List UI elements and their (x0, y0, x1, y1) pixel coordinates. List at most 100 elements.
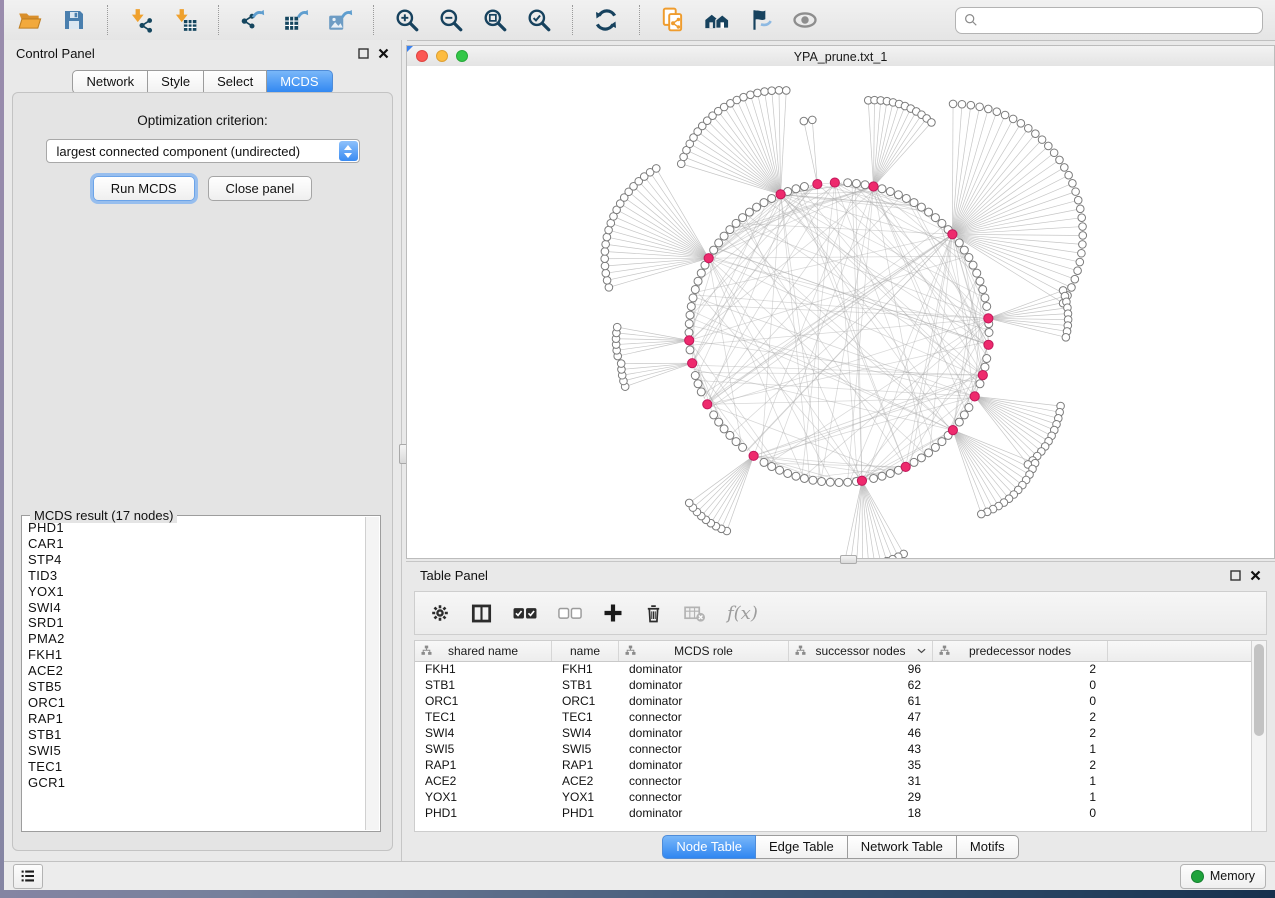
column-header-successor-nodes[interactable]: successor nodes (789, 641, 933, 661)
network-title: YPA_prune.txt_1 (794, 50, 888, 64)
result-list-item[interactable]: CAR1 (24, 536, 364, 552)
cell-name: YOX1 (552, 789, 619, 805)
criterion-dropdown[interactable]: largest connected component (undirected) (46, 139, 360, 163)
search-box[interactable] (955, 7, 1263, 34)
table-row[interactable]: PHD1PHD1dominator180 (415, 805, 1252, 821)
result-list-item[interactable]: ACE2 (24, 663, 364, 679)
zoom-selected-icon[interactable] (525, 6, 553, 34)
memory-button[interactable]: Memory (1180, 864, 1266, 889)
function-builder-icon-disabled: f(x) (727, 603, 758, 624)
tab-network[interactable]: Network (72, 70, 148, 94)
cell-successor-nodes: 31 (789, 773, 933, 789)
result-list-item[interactable]: TID3 (24, 568, 364, 584)
gear-icon[interactable] (430, 603, 450, 623)
home-networks-icon[interactable] (703, 6, 731, 34)
result-list-item[interactable]: STB5 (24, 679, 364, 695)
export-table-icon[interactable] (282, 6, 310, 34)
result-list-item[interactable]: SWI5 (24, 743, 364, 759)
result-list-item[interactable]: PMA2 (24, 631, 364, 647)
result-list-item[interactable]: SRD1 (24, 615, 364, 631)
table-row[interactable]: YOX1YOX1connector291 (415, 789, 1252, 805)
result-list-item[interactable]: ORC1 (24, 695, 364, 711)
minimize-window-button[interactable] (436, 50, 448, 62)
result-list-item[interactable]: SWI4 (24, 600, 364, 616)
network-svg (407, 66, 1274, 558)
table-row[interactable]: SWI5SWI5connector431 (415, 741, 1252, 757)
import-table-icon[interactable] (171, 6, 199, 34)
zoom-fit-icon[interactable] (481, 6, 509, 34)
maximize-window-button[interactable] (456, 50, 468, 62)
result-list-item[interactable]: FKH1 (24, 647, 364, 663)
column-header-mcds-role[interactable]: MCDS role (619, 641, 789, 661)
tab-edge-table[interactable]: Edge Table (756, 835, 848, 859)
export-image-icon[interactable] (326, 6, 354, 34)
table-row[interactable]: ACE2ACE2connector311 (415, 773, 1252, 789)
delete-column-icon[interactable] (644, 603, 663, 624)
zoom-in-icon[interactable] (393, 6, 421, 34)
cell-mcds-role: dominator (619, 805, 789, 821)
network-view[interactable] (406, 66, 1275, 559)
table-row[interactable]: TEC1TEC1connector472 (415, 709, 1252, 725)
tab-network-table[interactable]: Network Table (848, 835, 957, 859)
horizontal-splitter[interactable] (840, 555, 857, 564)
column-header-shared-name[interactable]: shared name (415, 641, 552, 661)
save-icon[interactable] (60, 6, 88, 34)
close-window-button[interactable] (416, 50, 428, 62)
scrollbar-thumb[interactable] (1254, 644, 1264, 736)
mcds-result-list[interactable]: PHD1CAR1STP4TID3YOX1SWI4SRD1PMA2FKH1ACE2… (24, 520, 364, 829)
select-all-checkboxes-icon[interactable] (513, 607, 537, 620)
task-history-button[interactable] (13, 864, 43, 889)
cell-predecessor-nodes: 1 (933, 773, 1108, 789)
hide-annotations-icon[interactable] (747, 6, 775, 34)
table-row[interactable]: STB1STB1dominator620 (415, 677, 1252, 693)
result-scrollbar[interactable] (365, 517, 379, 830)
cell-shared-name: FKH1 (415, 661, 552, 677)
cell-successor-nodes: 43 (789, 741, 933, 757)
close-panel-button[interactable]: Close panel (208, 176, 313, 201)
show-eye-icon[interactable] (791, 6, 819, 34)
table-row[interactable]: SWI4SWI4dominator462 (415, 725, 1252, 741)
result-list-item[interactable]: GCR1 (24, 775, 364, 791)
import-network-icon[interactable] (127, 6, 155, 34)
table-row[interactable]: RAP1RAP1dominator352 (415, 757, 1252, 773)
export-network-icon[interactable] (238, 6, 266, 34)
close-panel-icon[interactable] (1250, 570, 1261, 581)
share-document-icon[interactable] (659, 6, 687, 34)
column-header-name[interactable]: name (552, 641, 619, 661)
tab-motifs[interactable]: Motifs (957, 835, 1019, 859)
add-column-icon[interactable] (603, 603, 623, 623)
zoom-out-icon[interactable] (437, 6, 465, 34)
result-list-item[interactable]: YOX1 (24, 584, 364, 600)
tab-select[interactable]: Select (204, 70, 267, 94)
float-panel-icon[interactable] (358, 48, 369, 59)
cell-predecessor-nodes: 1 (933, 741, 1108, 757)
result-list-item[interactable]: RAP1 (24, 711, 364, 727)
table-scrollbar[interactable] (1251, 641, 1266, 831)
search-input[interactable] (984, 12, 1254, 28)
cell-mcds-role: dominator (619, 693, 789, 709)
cell-predecessor-nodes: 2 (933, 661, 1108, 677)
tab-mcds[interactable]: MCDS (267, 70, 332, 94)
result-list-item[interactable]: STB1 (24, 727, 364, 743)
tab-node-table[interactable]: Node Table (662, 835, 756, 859)
result-list-item[interactable]: TEC1 (24, 759, 364, 775)
cell-shared-name: STB1 (415, 677, 552, 693)
result-list-item[interactable]: STP4 (24, 552, 364, 568)
close-panel-icon[interactable] (378, 48, 389, 59)
cell-shared-name: TEC1 (415, 709, 552, 725)
table-row[interactable]: FKH1FKH1dominator962 (415, 661, 1252, 677)
run-mcds-button[interactable]: Run MCDS (93, 176, 195, 201)
column-header-predecessor-nodes[interactable]: predecessor nodes (933, 641, 1108, 661)
network-window-titlebar[interactable]: YPA_prune.txt_1 (406, 45, 1275, 68)
float-panel-icon[interactable] (1230, 570, 1241, 581)
deselect-all-checkboxes-icon[interactable] (558, 607, 582, 620)
cell-name: STB1 (552, 677, 619, 693)
split-columns-icon[interactable] (471, 603, 492, 624)
open-folder-icon[interactable] (16, 6, 44, 34)
cell-name: ORC1 (552, 693, 619, 709)
table-row[interactable]: ORC1ORC1dominator610 (415, 693, 1252, 709)
cell-name: FKH1 (552, 661, 619, 677)
refresh-icon[interactable] (592, 6, 620, 34)
result-list-item[interactable]: PHD1 (24, 520, 364, 536)
tab-style[interactable]: Style (148, 70, 204, 94)
